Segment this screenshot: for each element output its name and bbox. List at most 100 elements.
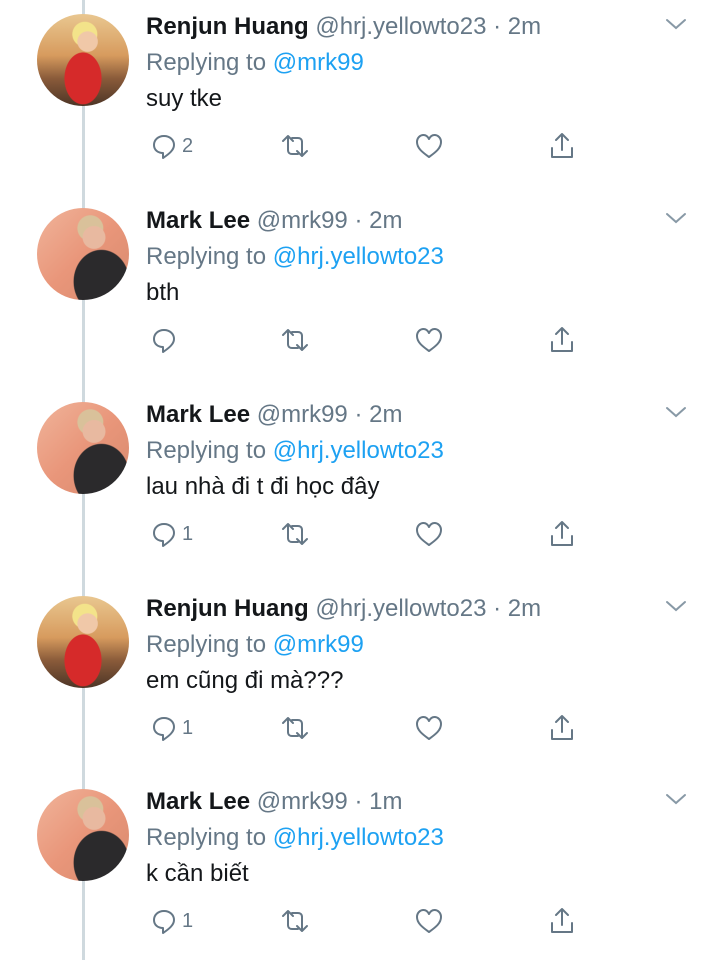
tweet-actions: 1 bbox=[146, 710, 596, 746]
timestamp[interactable]: 2m bbox=[508, 595, 541, 622]
tweet[interactable]: Renjun Huang @hrj.yellowto23 · 2m Replyi… bbox=[0, 0, 722, 193]
like-icon bbox=[414, 520, 444, 548]
separator: · bbox=[486, 13, 508, 40]
replying-to-handle[interactable]: @hrj.yellowto23 bbox=[273, 437, 444, 464]
user-handle[interactable]: @mrk99 bbox=[257, 788, 348, 815]
reply-button[interactable]: 1 bbox=[150, 516, 193, 552]
share-button[interactable] bbox=[548, 322, 576, 358]
reply-icon bbox=[150, 520, 178, 548]
tweet-header: Renjun Huang @hrj.yellowto23 · 2m bbox=[146, 592, 541, 626]
display-name[interactable]: Mark Lee bbox=[146, 401, 250, 428]
user-handle[interactable]: @mrk99 bbox=[257, 401, 348, 428]
retweet-icon bbox=[280, 520, 310, 548]
reply-count: 1 bbox=[182, 716, 194, 739]
user-handle[interactable]: @hrj.yellowto23 bbox=[315, 595, 486, 622]
display-name[interactable]: Mark Lee bbox=[146, 207, 250, 234]
retweet-button[interactable] bbox=[280, 903, 310, 939]
retweet-button[interactable] bbox=[280, 516, 310, 552]
retweet-icon bbox=[280, 326, 310, 354]
like-icon bbox=[414, 714, 444, 742]
tweet-actions: 2 bbox=[146, 128, 596, 164]
share-icon bbox=[548, 519, 576, 549]
replying-to: Replying to @mrk99 bbox=[146, 46, 364, 80]
avatar[interactable] bbox=[37, 596, 129, 688]
avatar[interactable] bbox=[37, 789, 129, 881]
tweet-header: Mark Lee @mrk99 · 2m bbox=[146, 204, 402, 238]
reply-button[interactable]: 2 bbox=[150, 128, 193, 164]
share-button[interactable] bbox=[548, 128, 576, 164]
replying-prefix: Replying to bbox=[146, 49, 273, 76]
tweet[interactable]: Mark Lee @mrk99 · 1m Replying to @hrj.ye… bbox=[0, 775, 722, 968]
replying-prefix: Replying to bbox=[146, 824, 273, 851]
display-name[interactable]: Mark Lee bbox=[146, 788, 250, 815]
like-button[interactable] bbox=[414, 322, 444, 358]
tweet[interactable]: Renjun Huang @hrj.yellowto23 · 2m Replyi… bbox=[0, 582, 722, 775]
replying-prefix: Replying to bbox=[146, 437, 273, 464]
reply-button[interactable]: 1 bbox=[150, 710, 193, 746]
like-icon bbox=[414, 907, 444, 935]
avatar[interactable] bbox=[37, 14, 129, 106]
like-button[interactable] bbox=[414, 516, 444, 552]
timestamp[interactable]: 2m bbox=[508, 13, 541, 40]
separator: · bbox=[347, 788, 370, 815]
share-button[interactable] bbox=[548, 903, 576, 939]
chevron-down-icon[interactable] bbox=[664, 791, 688, 807]
separator: · bbox=[347, 401, 370, 428]
timestamp[interactable]: 2m bbox=[369, 207, 402, 234]
retweet-button[interactable] bbox=[280, 322, 310, 358]
tweet-text: bth bbox=[146, 279, 180, 306]
tweet[interactable]: Mark Lee @mrk99 · 2m Replying to @hrj.ye… bbox=[0, 388, 722, 581]
user-handle[interactable]: @hrj.yellowto23 bbox=[315, 13, 486, 40]
display-name[interactable]: Renjun Huang bbox=[146, 595, 309, 622]
chevron-down-icon[interactable] bbox=[664, 210, 688, 226]
timestamp[interactable]: 2m bbox=[369, 401, 402, 428]
timestamp[interactable]: 1m bbox=[369, 788, 402, 815]
tweet-text: k cần biết bbox=[146, 860, 249, 887]
share-button[interactable] bbox=[548, 710, 576, 746]
tweet-header: Mark Lee @mrk99 · 1m bbox=[146, 785, 402, 819]
retweet-button[interactable] bbox=[280, 710, 310, 746]
reply-icon bbox=[150, 907, 178, 935]
share-button[interactable] bbox=[548, 516, 576, 552]
retweet-icon bbox=[280, 714, 310, 742]
tweet[interactable]: Mark Lee @mrk99 · 2m Replying to @hrj.ye… bbox=[0, 194, 722, 387]
share-icon bbox=[548, 713, 576, 743]
like-button[interactable] bbox=[414, 903, 444, 939]
retweet-button[interactable] bbox=[280, 128, 310, 164]
avatar[interactable] bbox=[37, 208, 129, 300]
retweet-icon bbox=[280, 132, 310, 160]
retweet-icon bbox=[280, 907, 310, 935]
share-icon bbox=[548, 131, 576, 161]
chevron-down-icon[interactable] bbox=[664, 16, 688, 32]
tweet-actions bbox=[146, 322, 596, 358]
user-handle[interactable]: @mrk99 bbox=[257, 207, 348, 234]
like-button[interactable] bbox=[414, 128, 444, 164]
tweet-actions: 1 bbox=[146, 516, 596, 552]
reply-icon bbox=[150, 132, 178, 160]
tweet-header: Mark Lee @mrk99 · 2m bbox=[146, 398, 402, 432]
reply-button[interactable]: 1 bbox=[150, 903, 193, 939]
like-button[interactable] bbox=[414, 710, 444, 746]
replying-to-handle[interactable]: @mrk99 bbox=[273, 49, 364, 76]
display-name[interactable]: Renjun Huang bbox=[146, 13, 309, 40]
tweet-actions: 1 bbox=[146, 903, 596, 939]
reply-count: 1 bbox=[182, 909, 194, 932]
separator: · bbox=[486, 595, 508, 622]
share-icon bbox=[548, 906, 576, 936]
replying-to-handle[interactable]: @hrj.yellowto23 bbox=[273, 824, 444, 851]
reply-icon bbox=[150, 714, 178, 742]
replying-to: Replying to @hrj.yellowto23 bbox=[146, 821, 444, 855]
tweet-text: em cũng đi mà??? bbox=[146, 667, 344, 694]
tweet-text: suy tke bbox=[146, 85, 223, 112]
reply-count: 2 bbox=[182, 134, 194, 157]
replying-to: Replying to @hrj.yellowto23 bbox=[146, 240, 444, 274]
replying-to-handle[interactable]: @hrj.yellowto23 bbox=[273, 243, 444, 270]
reply-icon bbox=[150, 326, 178, 354]
like-icon bbox=[414, 132, 444, 160]
chevron-down-icon[interactable] bbox=[664, 404, 688, 420]
reply-button[interactable] bbox=[150, 322, 182, 358]
replying-to: Replying to @mrk99 bbox=[146, 628, 364, 662]
chevron-down-icon[interactable] bbox=[664, 598, 688, 614]
avatar[interactable] bbox=[37, 402, 129, 494]
replying-to-handle[interactable]: @mrk99 bbox=[273, 631, 364, 658]
